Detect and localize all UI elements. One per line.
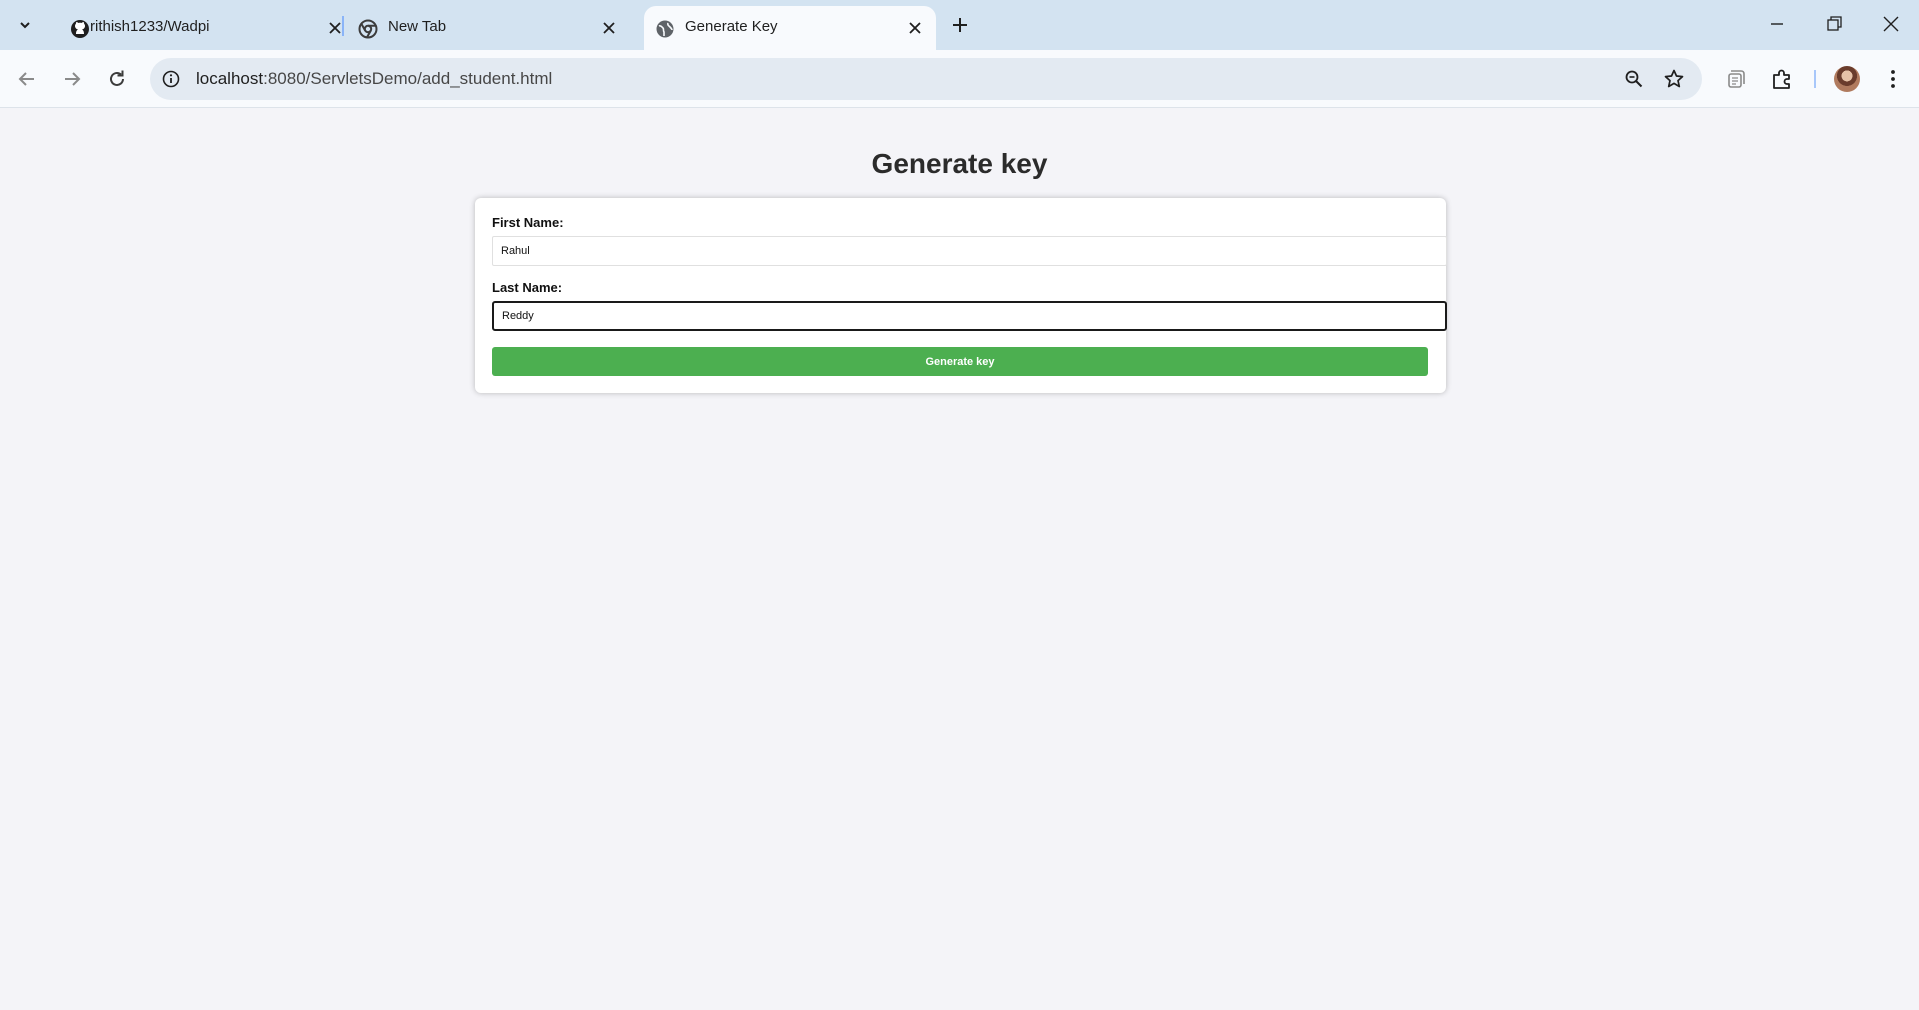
first-name-input[interactable] xyxy=(492,236,1447,266)
site-info-icon[interactable] xyxy=(161,69,181,89)
generate-key-button[interactable]: Generate key xyxy=(492,347,1428,376)
first-name-label: First Name: xyxy=(492,215,564,230)
close-icon[interactable] xyxy=(906,19,924,37)
tab-separator xyxy=(342,16,344,36)
tab-search-button[interactable] xyxy=(10,11,40,39)
bookmark-star-icon[interactable] xyxy=(1663,68,1685,90)
restore-icon[interactable] xyxy=(1822,12,1846,36)
tab-title: rithish1233/Wadpi xyxy=(90,18,210,35)
new-tab-icon[interactable] xyxy=(948,13,972,37)
github-icon xyxy=(71,20,89,38)
tab-title: Generate Key xyxy=(685,18,778,35)
generate-key-form: First Name: Last Name: Generate key xyxy=(475,198,1447,393)
close-icon[interactable] xyxy=(600,19,618,37)
chrome-icon xyxy=(358,19,378,39)
tab-strip: rithish1233/Wadpi New Tab Generate Key xyxy=(0,0,1919,50)
address-url: localhost:8080/ServletsDemo/add_student.… xyxy=(196,69,552,89)
menu-kebab-icon[interactable] xyxy=(1880,66,1906,92)
last-name-label: Last Name: xyxy=(492,280,563,295)
globe-icon xyxy=(656,20,674,38)
last-name-input[interactable] xyxy=(492,301,1447,331)
window-close-icon[interactable] xyxy=(1879,12,1903,36)
forward-arrow-icon[interactable] xyxy=(59,66,85,92)
tab-generate-key[interactable]: Generate Key xyxy=(644,6,936,50)
tab-new-tab[interactable]: New Tab xyxy=(354,6,644,50)
browser-toolbar: localhost:8080/ServletsDemo/add_student.… xyxy=(0,50,1919,108)
url-host: localhost xyxy=(196,69,264,88)
tab-github[interactable]: rithish1233/Wadpi xyxy=(48,6,341,50)
minimize-icon[interactable] xyxy=(1765,12,1789,36)
toolbar-separator xyxy=(1814,70,1816,88)
tab-group-icon[interactable] xyxy=(1722,66,1748,92)
page-title: Generate key xyxy=(871,148,1048,179)
tab-title: New Tab xyxy=(388,18,447,35)
reload-icon[interactable] xyxy=(104,66,130,92)
zoom-icon[interactable] xyxy=(1624,69,1644,89)
back-arrow-icon[interactable] xyxy=(14,66,40,92)
extensions-puzzle-icon[interactable] xyxy=(1769,66,1795,92)
url-path: :8080/ServletsDemo/add_student.html xyxy=(263,69,553,88)
address-bar[interactable]: localhost:8080/ServletsDemo/add_student.… xyxy=(150,58,1702,100)
profile-avatar[interactable] xyxy=(1834,66,1860,92)
chevron-down-icon xyxy=(20,22,30,29)
